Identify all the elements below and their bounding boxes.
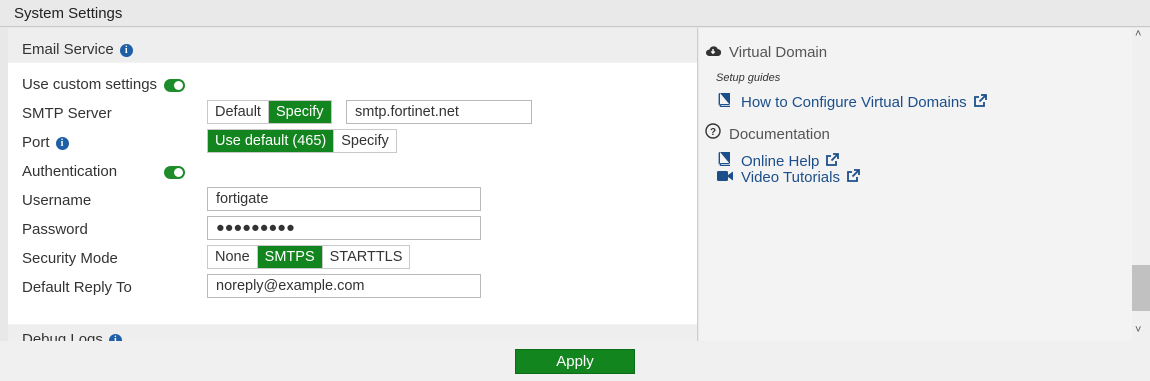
username-label: Username [22, 192, 92, 209]
vdom-guide-link[interactable]: How to Configure Virtual Domains [717, 92, 987, 111]
apply-button[interactable]: Apply [515, 349, 635, 374]
security-starttls-option[interactable]: STARTTLS [321, 246, 410, 268]
video-icon [717, 169, 733, 186]
external-link-icon [825, 153, 840, 167]
settings-panel: Email Service i Use custom settings SMTP … [8, 28, 698, 341]
email-service-title: Email Service [22, 41, 114, 58]
setup-guides-caption: Setup guides [716, 72, 781, 84]
email-service-form: Use custom settings SMTP Server Default … [8, 63, 697, 324]
chevron-down-icon[interactable]: ˅ [1135, 324, 1141, 336]
cloud-icon [705, 44, 722, 61]
port-toggle: Use default (465) Specify [207, 129, 397, 153]
book-icon [717, 151, 733, 170]
virtual-domain-header: Virtual Domain [705, 44, 827, 61]
info-icon[interactable]: i [108, 334, 122, 341]
password-label: Password [22, 221, 88, 238]
security-smtps-option[interactable]: SMTPS [256, 246, 322, 268]
security-none-option[interactable]: None [208, 246, 257, 268]
use-custom-settings-label: Use custom settings [22, 76, 158, 93]
info-icon[interactable]: i [119, 44, 133, 57]
help-sidebar: Virtual Domain Setup guides How to Confi… [699, 28, 1132, 341]
default-reply-to-input[interactable]: noreply@example.com [207, 274, 481, 298]
vertical-scrollbar[interactable]: ˄ ˅ [1132, 28, 1150, 341]
scrollbar-thumb[interactable] [1132, 265, 1150, 311]
video-tutorials-link[interactable]: Video Tutorials [717, 169, 860, 186]
chevron-up-icon[interactable]: ˄ [1135, 28, 1141, 40]
port-specify-option[interactable]: Specify [333, 130, 396, 152]
svg-text:?: ? [710, 127, 716, 138]
debug-logs-title: Debug Logs [22, 331, 103, 341]
smtp-specify-option[interactable]: Specify [267, 101, 331, 123]
window-title: System Settings [14, 5, 123, 22]
smtp-server-label: SMTP Server [22, 105, 112, 122]
port-default-option[interactable]: Use default (465) [208, 130, 334, 152]
external-link-icon [973, 94, 987, 108]
online-help-link[interactable]: Online Help [717, 151, 840, 170]
external-link-icon [846, 169, 860, 183]
security-mode-toggle: None SMTPS STARTTLS [207, 245, 411, 269]
authentication-toggle[interactable] [164, 166, 185, 179]
smtp-server-input[interactable]: smtp.fortinet.net [346, 100, 532, 124]
username-input[interactable]: fortigate [207, 187, 481, 211]
authentication-label: Authentication [22, 163, 118, 180]
debug-logs-header[interactable]: Debug Logs i [8, 325, 697, 341]
default-reply-to-label: Default Reply To [22, 279, 132, 296]
book-icon [717, 92, 733, 111]
use-custom-settings-toggle[interactable] [164, 79, 185, 92]
email-service-header: Email Service i [8, 28, 697, 62]
footer-bar: Apply [0, 341, 1150, 381]
security-mode-label: Security Mode [22, 250, 118, 267]
port-label: Port [22, 134, 50, 151]
smtp-default-option[interactable]: Default [208, 101, 268, 123]
smtp-server-toggle: Default Specify [207, 100, 332, 124]
password-input[interactable]: ●●●●●●●●● [207, 216, 481, 240]
documentation-header: ? Documentation [705, 123, 830, 143]
info-icon[interactable]: i [55, 137, 69, 150]
help-icon: ? [705, 123, 721, 143]
title-bar: System Settings [0, 0, 1150, 27]
